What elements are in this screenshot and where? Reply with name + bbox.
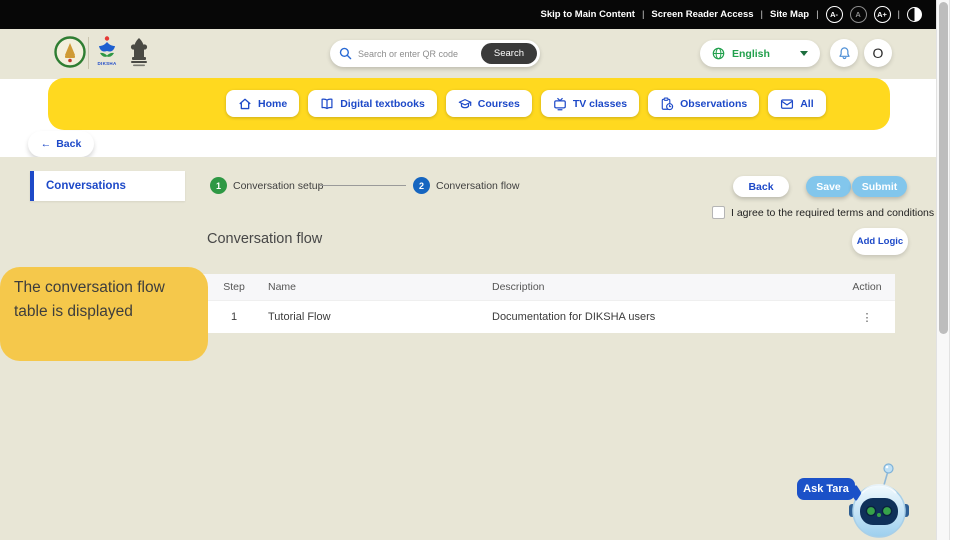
back-button-label: Back	[56, 138, 81, 150]
nav-item-digital-textbooks[interactable]: Digital textbooks	[308, 90, 437, 117]
font-decrease-button[interactable]: A-	[826, 6, 843, 23]
nav-item-label: All	[800, 98, 813, 110]
tamil-nadu-emblem-logo	[54, 36, 86, 68]
scrollbar-track[interactable]	[936, 0, 950, 540]
clipboard-icon	[660, 97, 674, 111]
step-2-label: Conversation flow	[436, 180, 519, 192]
nav-item-home[interactable]: Home	[226, 90, 299, 117]
diksha-logo: DIKSHA	[94, 35, 120, 66]
step-1-indicator[interactable]: 1	[210, 177, 227, 194]
header: DIKSHA Search Engli	[0, 29, 936, 79]
nav-item-all[interactable]: All	[768, 90, 825, 117]
nav-item-label: Digital textbooks	[340, 98, 425, 110]
back-arrow-icon: ←	[41, 138, 52, 150]
site-map-link[interactable]: Site Map	[770, 9, 809, 20]
cell-description: Documentation for DIKSHA users	[492, 311, 839, 323]
nav-item-label: Courses	[478, 98, 520, 110]
column-header-description: Description	[492, 281, 839, 293]
diksha-logo-caption: DIKSHA	[94, 61, 120, 66]
back-button[interactable]: ← Back	[28, 131, 94, 157]
divider: |	[642, 9, 644, 20]
back-bar: ← Back	[0, 130, 936, 157]
nav-item-label: Observations	[680, 98, 747, 110]
language-selector[interactable]: English	[700, 40, 820, 67]
nav-item-tv-classes[interactable]: TV classes	[541, 90, 639, 117]
search-bar: Search	[330, 40, 540, 67]
ask-tara-button[interactable]: Ask Tara	[797, 478, 855, 500]
main-content: Conversations 1 Conversation setup 2 Con…	[0, 157, 936, 540]
add-logic-button[interactable]: Add Logic	[852, 228, 908, 255]
nav-item-label: TV classes	[573, 98, 627, 110]
conversation-flow-table: Step Name Description Action 1 Tutorial …	[200, 274, 895, 333]
globe-icon	[712, 47, 725, 60]
diksha-portal-screen: Skip to Main Content | Screen Reader Acc…	[0, 0, 960, 540]
font-increase-button[interactable]: A+	[874, 6, 891, 23]
page-title: Conversation flow	[207, 231, 322, 247]
diksha-logo-mark	[94, 35, 120, 61]
terms-agreement-row: I agree to the required terms and condit…	[712, 206, 934, 219]
row-actions-menu-icon[interactable]: ⋮	[862, 312, 873, 324]
stepper-connector-line	[320, 185, 406, 186]
language-selected-label: English	[732, 48, 793, 60]
sidebar-item-label: Conversations	[46, 180, 126, 192]
tv-icon	[553, 97, 567, 111]
save-button[interactable]: Save	[806, 176, 851, 197]
column-header-step: Step	[200, 281, 268, 293]
terms-checkbox-label: I agree to the required terms and condit…	[731, 207, 934, 219]
scrollbar-thumb[interactable]	[939, 2, 948, 334]
bell-icon	[837, 46, 852, 61]
terms-checkbox[interactable]	[712, 206, 725, 219]
search-icon	[339, 47, 352, 60]
skip-to-main-link[interactable]: Skip to Main Content	[540, 9, 634, 20]
nav-item-observations[interactable]: Observations	[648, 90, 759, 117]
form-back-button[interactable]: Back	[733, 176, 789, 197]
accessibility-bar: Skip to Main Content | Screen Reader Acc…	[0, 0, 936, 29]
profile-initial: O	[873, 45, 884, 61]
step-2-indicator[interactable]: 2	[413, 177, 430, 194]
font-normal-button[interactable]: A	[850, 6, 867, 23]
home-icon	[238, 97, 252, 111]
cell-name: Tutorial Flow	[268, 311, 492, 323]
divider: |	[761, 9, 763, 20]
graduation-cap-icon	[458, 97, 472, 111]
column-header-action: Action	[839, 281, 895, 293]
column-header-name: Name	[268, 281, 492, 293]
notifications-button[interactable]	[830, 39, 858, 67]
nav-item-courses[interactable]: Courses	[446, 90, 532, 117]
main-navigation-bar: Home Digital textbooks Courses	[48, 78, 890, 130]
submit-button[interactable]: Submit	[852, 176, 907, 197]
sidebar-item-conversations[interactable]: Conversations	[30, 171, 185, 201]
mail-icon	[780, 97, 794, 111]
profile-avatar[interactable]: O	[864, 39, 892, 67]
nav-item-label: Home	[258, 98, 287, 110]
contrast-toggle-icon[interactable]	[907, 7, 922, 22]
step-1-label: Conversation setup	[233, 180, 323, 192]
logo-divider	[88, 37, 89, 69]
screen-reader-link[interactable]: Screen Reader Access	[651, 9, 753, 20]
nav-buttons: Home Digital textbooks Courses	[226, 90, 826, 117]
book-icon	[320, 97, 334, 111]
search-button[interactable]: Search	[481, 43, 537, 64]
cell-step: 1	[200, 311, 268, 323]
table-row: 1 Tutorial Flow Documentation for DIKSHA…	[200, 300, 895, 333]
right-gutter	[950, 0, 960, 540]
tutorial-callout: The conversation flow table is displayed	[0, 267, 208, 361]
chevron-down-icon	[800, 51, 808, 56]
divider: |	[898, 9, 900, 20]
divider: |	[816, 9, 818, 20]
india-emblem-logo	[127, 35, 151, 69]
table-header-row: Step Name Description Action	[200, 274, 895, 300]
